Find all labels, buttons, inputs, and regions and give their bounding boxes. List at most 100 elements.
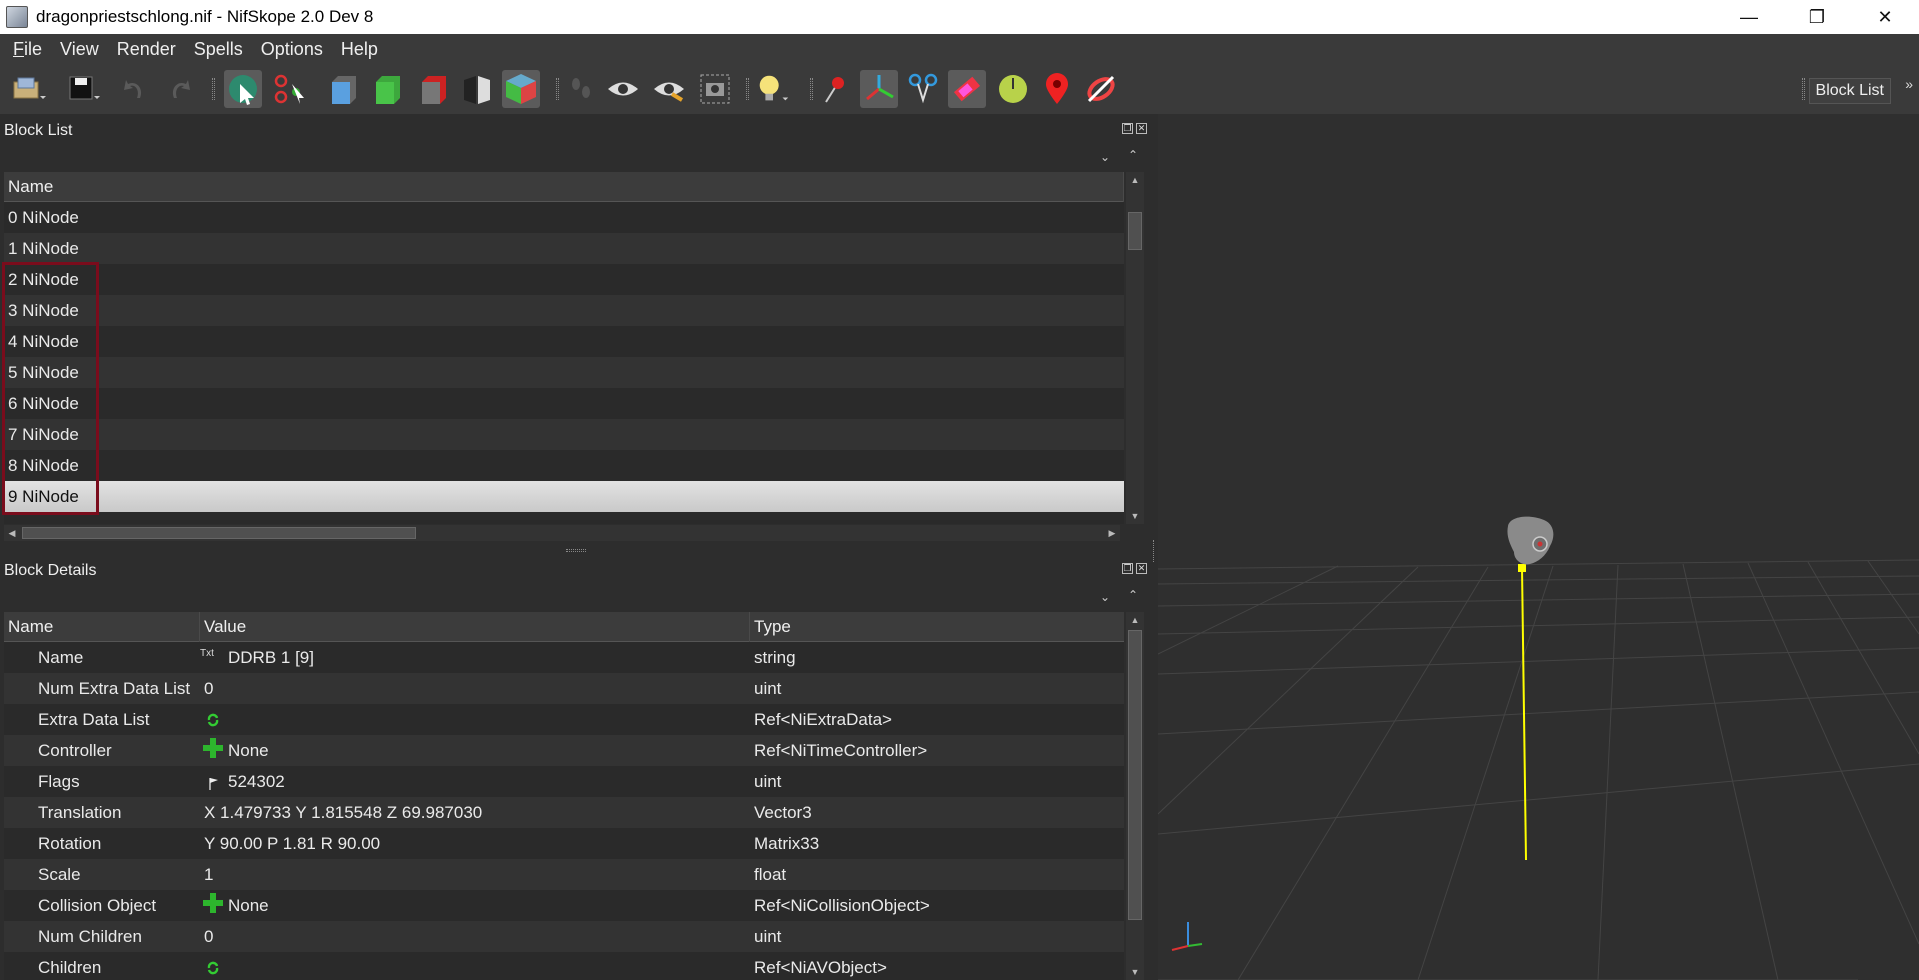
scroll-up-icon[interactable]: ▲ [1126,612,1144,628]
show-skeleton-icon[interactable] [904,70,942,108]
list-item[interactable]: 0 NiNode [4,202,1124,233]
list-item[interactable]: 8 NiNode [4,450,1124,481]
viewport-splitter[interactable] [1153,540,1156,562]
list-item[interactable]: 7 NiNode [4,419,1124,450]
refresh-icon[interactable] [206,954,220,980]
table-row[interactable]: Flags 524302 uint [4,766,1124,797]
expand-all-icon[interactable]: ⌄ [1100,150,1110,164]
table-row[interactable]: Controller None Ref<NiTimeController> [4,735,1124,766]
title-bar: dragonpriestschlong.nif - NifSkope 2.0 D… [0,0,1919,34]
field-value[interactable]: 0 [204,673,213,704]
list-item-selected[interactable]: 9 NiNode [4,481,1124,512]
table-row[interactable]: Translation X 1.479733 Y 1.815548 Z 69.9… [4,797,1124,828]
table-row[interactable]: Name Txt DDRB 1 [9] string [4,642,1124,673]
table-row[interactable]: Rotation Y 90.00 P 1.81 R 90.00 Matrix33 [4,828,1124,859]
column-header-name[interactable]: Name [4,612,200,642]
scroll-up-icon[interactable]: ▲ [1126,172,1144,188]
block-list-vscrollbar[interactable]: ▲ ▼ [1126,172,1144,524]
field-value[interactable]: 0 [204,921,213,952]
field-value[interactable]: 524302 [228,766,285,797]
collapse-all-icon[interactable]: ⌃ [1128,148,1138,162]
field-value[interactable]: X 1.479733 Y 1.815548 Z 69.987030 [204,797,482,828]
toolbar-overflow-icon[interactable]: » [1905,76,1913,92]
field-value[interactable]: None [228,735,269,766]
lighting-icon[interactable] [754,70,792,108]
plus-icon[interactable] [202,737,224,768]
show-nodes-icon[interactable] [650,70,688,108]
scroll-thumb[interactable] [1128,212,1142,250]
screenshot-icon[interactable] [696,70,734,108]
save-icon[interactable] [64,70,102,108]
view-front-icon[interactable] [324,70,362,108]
show-hidden-icon[interactable] [604,70,642,108]
menu-spells[interactable]: Spells [185,39,252,60]
show-constraints-icon[interactable] [994,70,1032,108]
table-row[interactable]: Extra Data List Ref<NiExtraData> [4,704,1124,735]
menu-file[interactable]: File [4,39,51,60]
scroll-right-icon[interactable]: ▶ [1104,525,1120,541]
list-item[interactable]: 5 NiNode [4,357,1124,388]
scroll-left-icon[interactable]: ◀ [4,525,20,541]
field-value[interactable]: DDRB 1 [9] [228,642,314,673]
refresh-icon[interactable] [206,706,220,737]
panel-splitter[interactable] [566,549,586,552]
table-row[interactable]: Scale 1 float [4,859,1124,890]
close-button[interactable]: ✕ [1851,0,1919,34]
mesh-model[interactable] [1507,516,1554,565]
plus-icon[interactable] [202,892,224,923]
redo-icon[interactable] [160,70,198,108]
scroll-thumb[interactable] [1128,630,1142,920]
view-user-icon[interactable] [502,70,540,108]
close-panel-icon[interactable]: ✕ [1136,563,1147,574]
scroll-down-icon[interactable]: ▼ [1126,964,1144,980]
column-header-value[interactable]: Value [200,612,750,642]
view-top-icon[interactable] [368,70,406,108]
block-details-vscrollbar[interactable]: ▲ ▼ [1126,612,1144,980]
maximize-button[interactable]: ❐ [1783,0,1851,34]
menu-help[interactable]: Help [332,39,387,60]
menu-render[interactable]: Render [108,39,185,60]
show-havok-icon[interactable] [948,70,986,108]
view-flip-icon[interactable] [458,70,496,108]
minimize-button[interactable]: — [1715,0,1783,34]
list-item[interactable]: 3 NiNode [4,295,1124,326]
table-row[interactable]: Num Extra Data List 0 uint [4,673,1124,704]
open-icon[interactable] [10,70,48,108]
field-value[interactable]: Y 90.00 P 1.81 R 90.00 [204,828,380,859]
show-axes-icon[interactable] [860,70,898,108]
table-row[interactable]: Children Ref<NiAVObject> [4,952,1124,980]
list-item[interactable]: 1 NiNode [4,233,1124,264]
select-object-icon[interactable] [224,70,262,108]
show-markers-icon[interactable] [816,70,854,108]
selection-highlight-box [2,262,99,515]
field-value[interactable]: 1 [204,859,213,890]
list-item[interactable]: 4 NiNode [4,326,1124,357]
expand-all-icon[interactable]: ⌄ [1100,590,1110,604]
field-value[interactable]: None [228,890,269,921]
menu-view[interactable]: View [51,39,108,60]
column-header-name[interactable]: Name [4,172,1124,202]
collapse-all-icon[interactable]: ⌃ [1128,588,1138,602]
float-panel-icon[interactable]: ❐ [1122,563,1133,574]
list-item[interactable]: 2 NiNode [4,264,1124,295]
undo-icon[interactable] [116,70,154,108]
scroll-down-icon[interactable]: ▼ [1126,508,1144,524]
block-list-hscrollbar[interactable]: ◀ ▶ [4,525,1120,541]
menu-options[interactable]: Options [252,39,332,60]
view-side-icon[interactable] [414,70,452,108]
show-connections-icon[interactable] [1082,70,1120,108]
show-furniture-icon[interactable] [1038,70,1076,108]
viewport-scene[interactable] [1158,114,1919,980]
close-panel-icon[interactable]: ✕ [1136,123,1147,134]
hscroll-thumb[interactable] [22,527,416,539]
table-row[interactable]: Num Children 0 uint [4,921,1124,952]
select-vertex-icon[interactable] [270,70,308,108]
float-panel-icon[interactable]: ❐ [1122,123,1133,134]
field-type: string [754,648,796,667]
walk-icon[interactable] [562,70,600,108]
list-item[interactable]: 6 NiNode [4,388,1124,419]
render-viewport[interactable] [1158,114,1919,980]
table-row[interactable]: Collision Object None Ref<NiCollisionObj… [4,890,1124,921]
column-header-type[interactable]: Type [750,612,1124,642]
block-list-toggle-button[interactable]: Block List [1808,78,1891,104]
